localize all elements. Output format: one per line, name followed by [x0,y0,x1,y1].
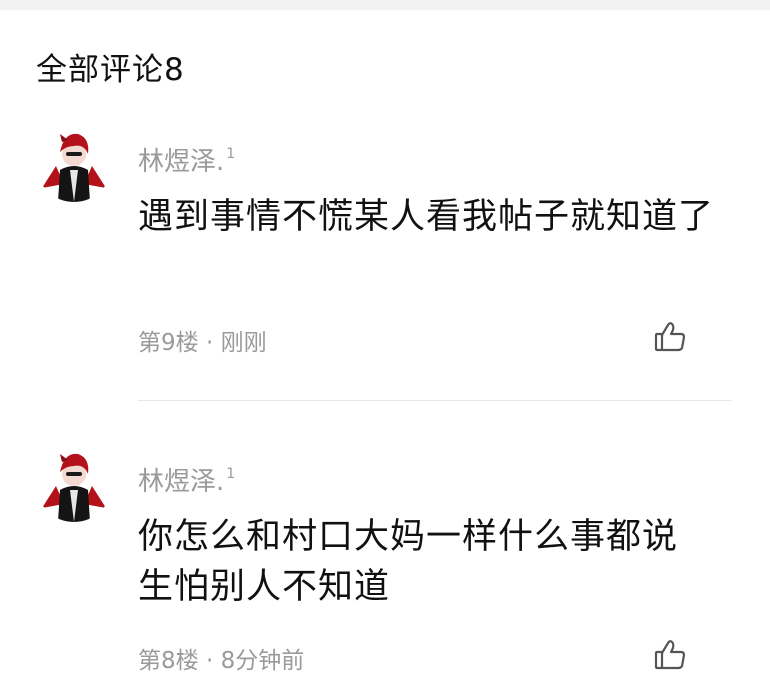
top-band [0,0,770,10]
comment-username[interactable]: 林煜泽. 1 [138,458,235,498]
comment-meta: 第8楼 · 8分钟前 [138,646,304,676]
comment-text: 你怎么和村口大妈一样什么事都说 生怕别人不知道 [138,517,679,607]
comment-meta: 第9楼 · 刚刚 [138,328,267,358]
comment-floor: 第8楼 [138,648,199,674]
thumbs-up-icon[interactable] [653,320,687,354]
meta-separator: · [205,330,214,356]
divider [138,400,732,401]
comment-username[interactable]: 林煜泽. 1 [138,138,235,178]
user-level-badge: 1 [226,466,236,482]
comment-floor: 第9楼 [138,330,199,356]
comment-time: 8分钟前 [220,648,305,674]
comment-text: 遇到事情不慌某人看我帖子就知道了 [138,197,715,237]
comment-time: 刚刚 [220,330,267,356]
avatar[interactable] [36,446,112,522]
meta-separator: · [205,648,214,674]
comments-header-title: 全部评论8 [36,52,185,88]
avatar[interactable] [36,126,112,202]
user-level-badge: 1 [226,146,236,162]
thumbs-up-icon[interactable] [653,638,687,672]
